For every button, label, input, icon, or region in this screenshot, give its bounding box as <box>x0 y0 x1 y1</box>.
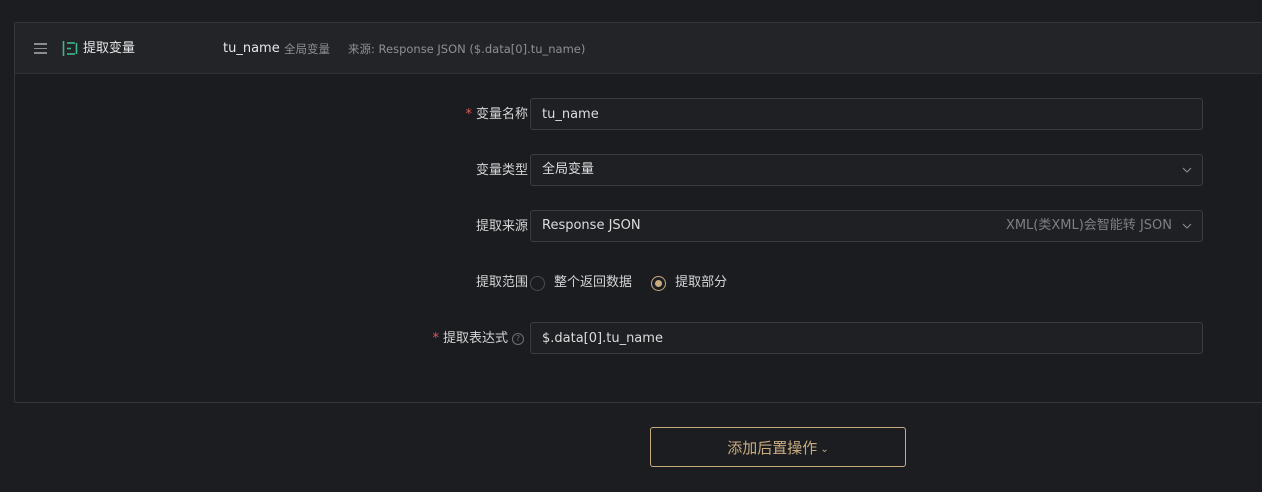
extract-source-label: 提取来源 <box>475 219 528 234</box>
add-post-operation-label: 添加后置操作 <box>727 439 818 457</box>
radio-whole-response[interactable]: 整个返回数据 <box>530 273 632 293</box>
radio-extract-part[interactable]: 提取部分 <box>651 273 727 293</box>
expression-field[interactable] <box>530 322 1203 354</box>
chevron-down-icon <box>1182 223 1192 229</box>
extract-source-select[interactable]: Response JSON XML(类XML)会智能转 JSON <box>530 210 1203 242</box>
var-type-label: 变量类型 <box>475 163 528 178</box>
radio-whole-response-label: 整个返回数据 <box>554 275 633 290</box>
extract-variable-icon <box>62 41 78 56</box>
var-name-label: * 变量名称 <box>465 107 528 122</box>
radio-extract-part-circle[interactable] <box>651 275 667 291</box>
header-source: 来源: Response JSON ($.data[0].tu_name) <box>348 42 586 56</box>
extract-source-hint: XML(类XML)会智能转 JSON <box>1005 218 1172 233</box>
header-variable-type: 全局变量 <box>284 42 330 56</box>
var-type-value: 全局变量 <box>542 162 595 177</box>
panel-header: 提取变量 tu_name 全局变量 来源: Response JSON ($.d… <box>15 23 1262 74</box>
drag-handle-icon[interactable] <box>34 43 47 54</box>
panel-title: 提取变量 <box>83 41 136 56</box>
expression-label: * 提取表达式? <box>432 329 524 349</box>
chevron-down-icon: ⌄ <box>820 444 829 455</box>
expression-input[interactable] <box>542 323 1202 353</box>
var-name-input[interactable] <box>542 99 1202 129</box>
extract-source-value: Response JSON <box>542 218 641 233</box>
required-mark: * <box>465 107 472 122</box>
help-icon[interactable]: ? <box>512 333 524 345</box>
extract-range-radio-group: 整个返回数据 提取部分 <box>530 273 742 293</box>
header-variable-name: tu_name <box>223 41 280 56</box>
radio-extract-part-label: 提取部分 <box>675 275 728 290</box>
extract-range-label: 提取范围 <box>475 275 528 290</box>
add-post-operation-button[interactable]: 添加后置操作 ⌄ <box>650 427 906 467</box>
var-name-field[interactable] <box>530 98 1203 130</box>
var-type-select[interactable]: 全局变量 <box>530 154 1203 186</box>
chevron-down-icon <box>1182 167 1192 173</box>
radio-whole-response-circle[interactable] <box>530 275 545 291</box>
required-mark: * <box>432 331 439 346</box>
